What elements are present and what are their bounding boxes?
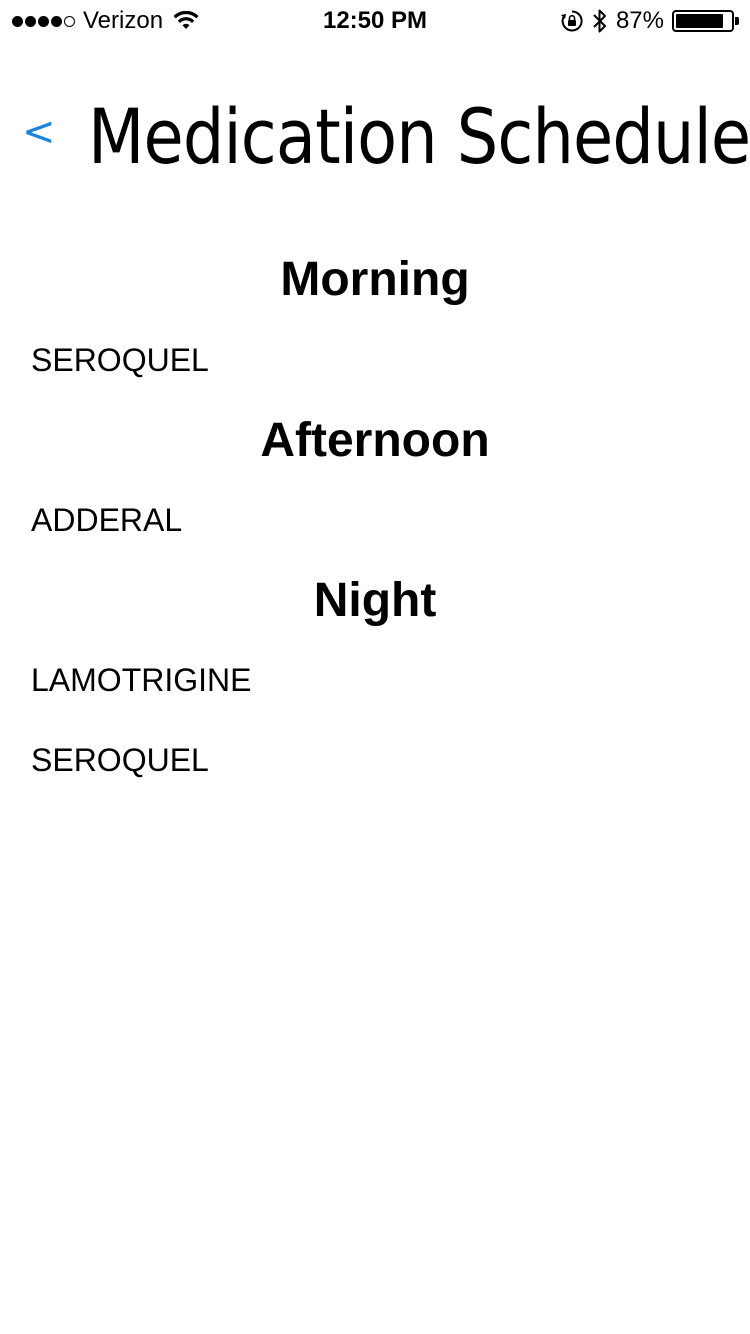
- status-right: 87%: [560, 7, 740, 35]
- battery-tip: [735, 17, 739, 25]
- bluetooth-icon: [593, 9, 606, 33]
- section-heading-morning: Morning: [280, 253, 470, 306]
- rotation-lock-icon: [560, 10, 583, 32]
- med-item: SEROQUEL: [31, 742, 209, 778]
- screen: Verizon 12:50 PM 87% < Medication Schedu…: [0, 0, 750, 1334]
- section-heading-night: Night: [313, 574, 437, 627]
- med-item: SEROQUEL: [31, 342, 209, 378]
- back-button[interactable]: <: [22, 112, 56, 152]
- battery-percent: 87%: [615, 7, 664, 34]
- med-item: LAMOTRIGINE: [31, 662, 252, 698]
- battery-icon: [672, 10, 740, 32]
- status-bar: Verizon 12:50 PM 87%: [0, 0, 750, 40]
- navigation-header: < Medication Schedule: [0, 80, 750, 200]
- battery-body: [672, 10, 734, 32]
- battery-fill: [676, 14, 723, 28]
- med-item: ADDERAL: [31, 502, 183, 538]
- page-title: Medication Schedule: [88, 92, 750, 181]
- section-heading-afternoon: Afternoon: [260, 414, 490, 467]
